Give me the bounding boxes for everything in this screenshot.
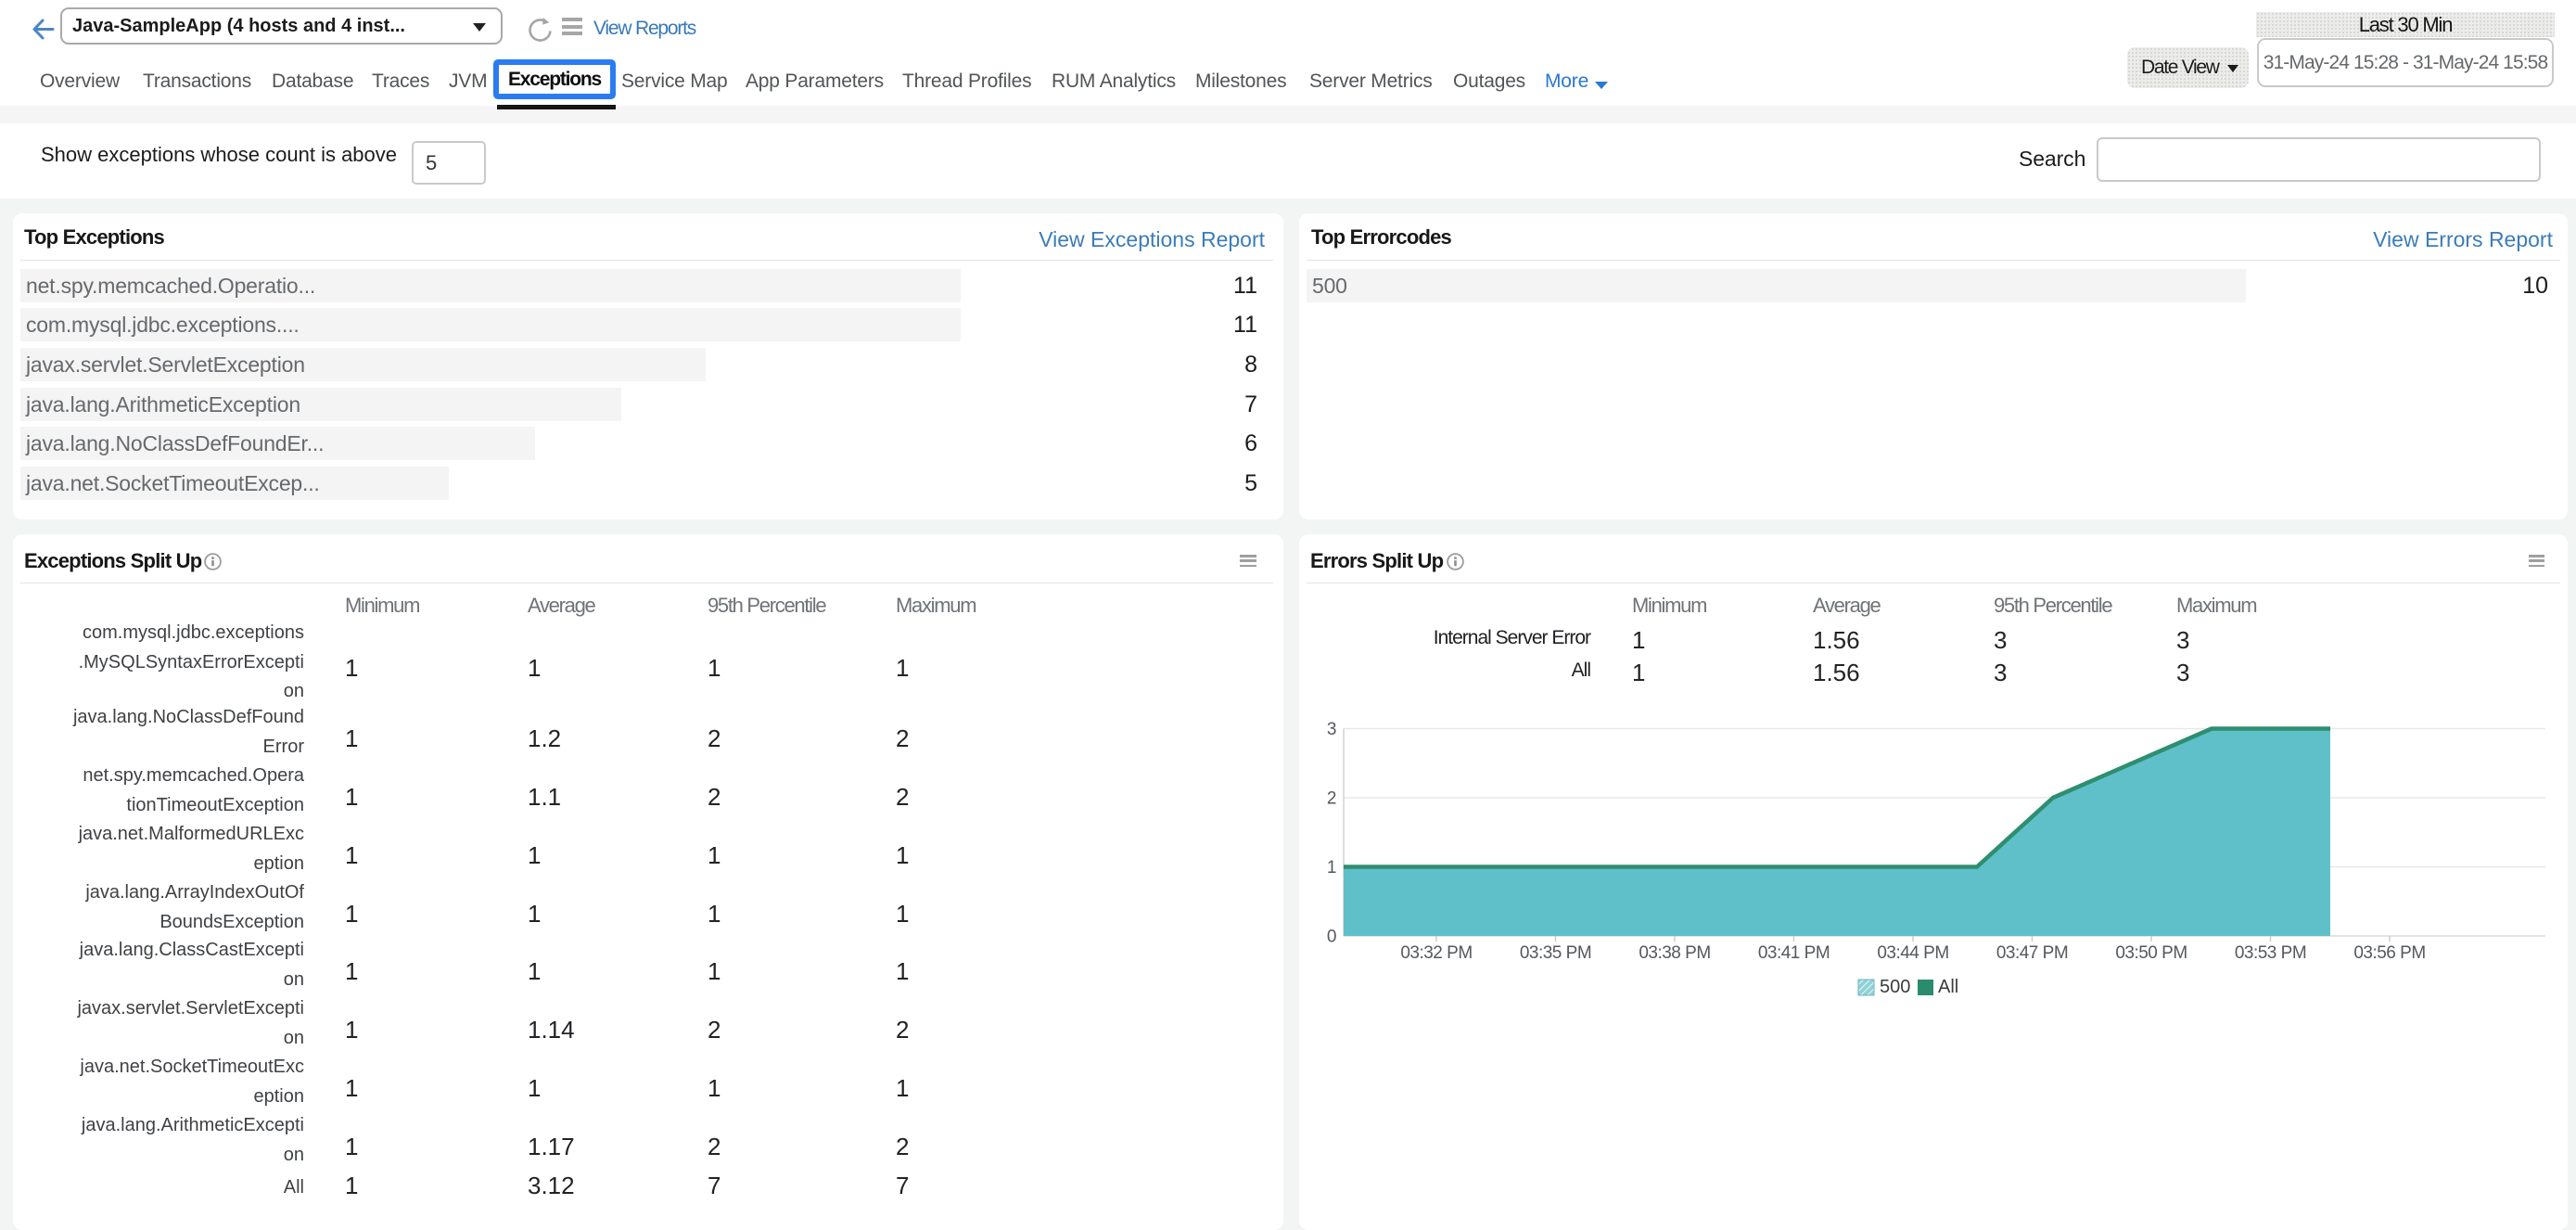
svg-text:03:44 PM: 03:44 PM [1877,943,1948,963]
svg-text:03:56 PM: 03:56 PM [2353,943,2425,963]
svg-text:03:47 PM: 03:47 PM [1996,943,2068,963]
svg-text:03:50 PM: 03:50 PM [2115,943,2187,963]
svg-text:03:38 PM: 03:38 PM [1639,943,1710,963]
svg-text:03:53 PM: 03:53 PM [2235,943,2306,963]
svg-text:03:35 PM: 03:35 PM [1520,943,1591,963]
svg-text:03:32 PM: 03:32 PM [1400,943,1472,963]
svg-text:03:41 PM: 03:41 PM [1758,943,1830,963]
svg-text:1: 1 [1327,858,1336,878]
svg-text:500: 500 [1880,977,1910,997]
svg-text:2: 2 [1327,789,1336,809]
svg-text:All: All [1938,977,1958,997]
svg-text:0: 0 [1327,928,1336,947]
svg-text:3: 3 [1327,720,1336,739]
